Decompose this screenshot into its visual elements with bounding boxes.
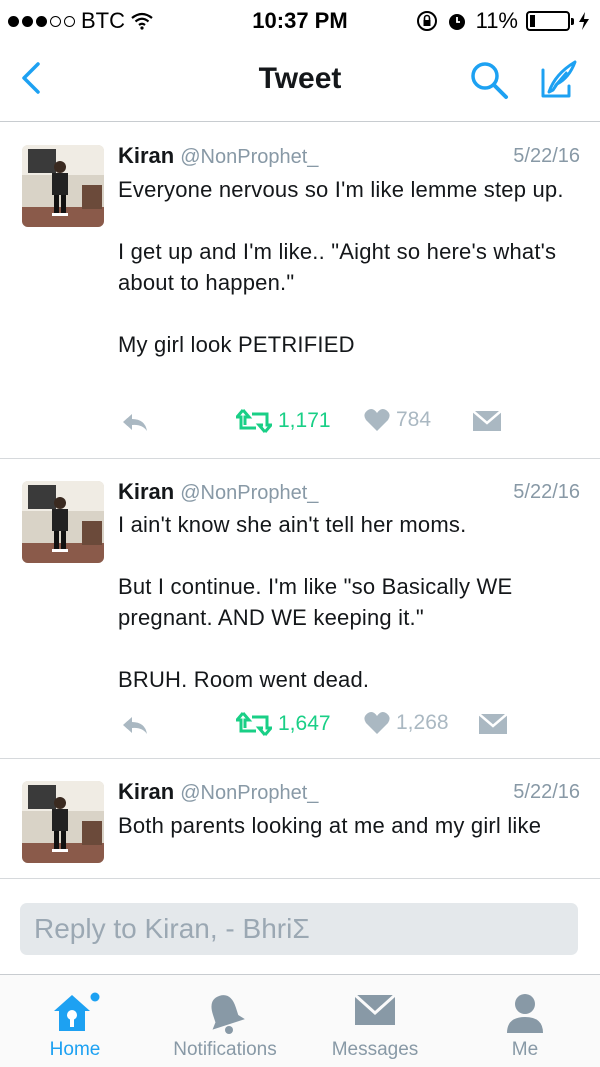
tweet-header: Kiran @NonProphet_ 5/22/16 <box>118 143 580 173</box>
avatar-image <box>22 781 104 863</box>
tab-notifications[interactable]: Notifications <box>150 975 300 1067</box>
author-handle[interactable]: @NonProphet_ <box>180 146 318 168</box>
retweet-count: 1,647 <box>278 712 331 735</box>
reply-icon <box>123 414 147 431</box>
avatar[interactable] <box>22 481 104 563</box>
avatar[interactable] <box>22 781 104 863</box>
direct-message-button[interactable] <box>472 410 502 432</box>
retweet-button[interactable]: 1,171 <box>236 408 331 434</box>
tweet[interactable]: Kiran @NonProphet_ 5/22/16 Both parents l… <box>0 759 600 878</box>
retweet-count: 1,171 <box>278 409 331 432</box>
direct-message-button[interactable] <box>478 713 508 735</box>
author-handle[interactable]: @NonProphet_ <box>180 782 318 804</box>
heart-icon <box>364 712 390 734</box>
person-icon <box>507 994 543 1033</box>
tweet-date: 5/22/16 <box>513 781 580 803</box>
tab-messages[interactable]: Messages <box>300 975 450 1067</box>
reply-button[interactable] <box>120 713 150 737</box>
rotation-lock-icon <box>416 11 437 31</box>
battery-percent: 11% <box>475 8 518 33</box>
status-bar: BTC 10:37 PM 11% <box>0 0 600 40</box>
tab-me[interactable]: Me <box>450 975 600 1067</box>
compose-icon[interactable] <box>535 56 583 104</box>
reply-input[interactable]: Reply to Kiran, - BhriΣ <box>20 903 578 955</box>
envelope-icon <box>478 713 508 734</box>
tab-home[interactable]: Home <box>0 975 150 1067</box>
retweet-button[interactable]: 1,647 <box>236 711 331 737</box>
retweet-icon <box>236 712 272 736</box>
tab-bar: Home Notifications Messages Me <box>0 974 600 1067</box>
charging-icon <box>579 12 589 30</box>
tweet-actions: 1,647 1,268 <box>118 709 580 749</box>
tweet-header: Kiran @NonProphet_ 5/22/16 <box>118 779 580 809</box>
envelope-icon <box>353 993 397 1025</box>
author-name[interactable]: Kiran <box>118 779 174 804</box>
tab-label: Messages <box>331 1039 419 1060</box>
battery-icon <box>526 11 574 31</box>
tweet-text: Both parents looking at me and my girl l… <box>118 813 542 838</box>
like-count: 1,268 <box>396 711 449 734</box>
reply-icon <box>123 717 147 734</box>
avatar-image <box>22 481 104 563</box>
tweet-date: 5/22/16 <box>513 481 580 503</box>
author-name[interactable]: Kiran <box>118 143 174 168</box>
tab-label: Home <box>49 1039 101 1060</box>
avatar[interactable] <box>22 145 104 227</box>
tweet[interactable]: Kiran @NonProphet_ 5/22/16 I ain't know s… <box>0 459 600 759</box>
reply-button[interactable] <box>120 410 150 434</box>
tweet-date: 5/22/16 <box>513 145 580 167</box>
like-button[interactable]: 784 <box>364 408 431 432</box>
home-icon <box>54 992 100 1031</box>
alarm-icon <box>448 14 465 30</box>
status-right: 11% <box>416 8 590 34</box>
tab-label: Me <box>511 1039 539 1060</box>
search-icon[interactable] <box>467 58 511 102</box>
tweet[interactable]: Kiran @NonProphet_ 5/22/16 Everyone nervo… <box>0 123 600 459</box>
tweet-actions: 1,171 784 <box>118 406 580 446</box>
tweet-text: I ain't know she ain't tell her moms. Bu… <box>118 512 513 692</box>
like-count: 784 <box>396 408 432 431</box>
heart-icon <box>364 409 390 431</box>
tweet-text: Everyone nervous so I'm like lemme step … <box>118 177 564 357</box>
like-button[interactable]: 1,268 <box>364 711 449 735</box>
tab-label: Notifications <box>173 1039 277 1060</box>
avatar-image <box>22 145 104 227</box>
author-name[interactable]: Kiran <box>118 479 174 504</box>
author-handle[interactable]: @NonProphet_ <box>180 482 318 504</box>
bell-icon <box>211 995 245 1034</box>
tweet-header: Kiran @NonProphet_ 5/22/16 <box>118 479 580 509</box>
envelope-icon <box>472 410 502 431</box>
reply-bar: Reply to Kiran, - BhriΣ <box>0 878 600 974</box>
nav-bar: Tweet <box>0 40 600 122</box>
retweet-icon <box>236 409 272 433</box>
